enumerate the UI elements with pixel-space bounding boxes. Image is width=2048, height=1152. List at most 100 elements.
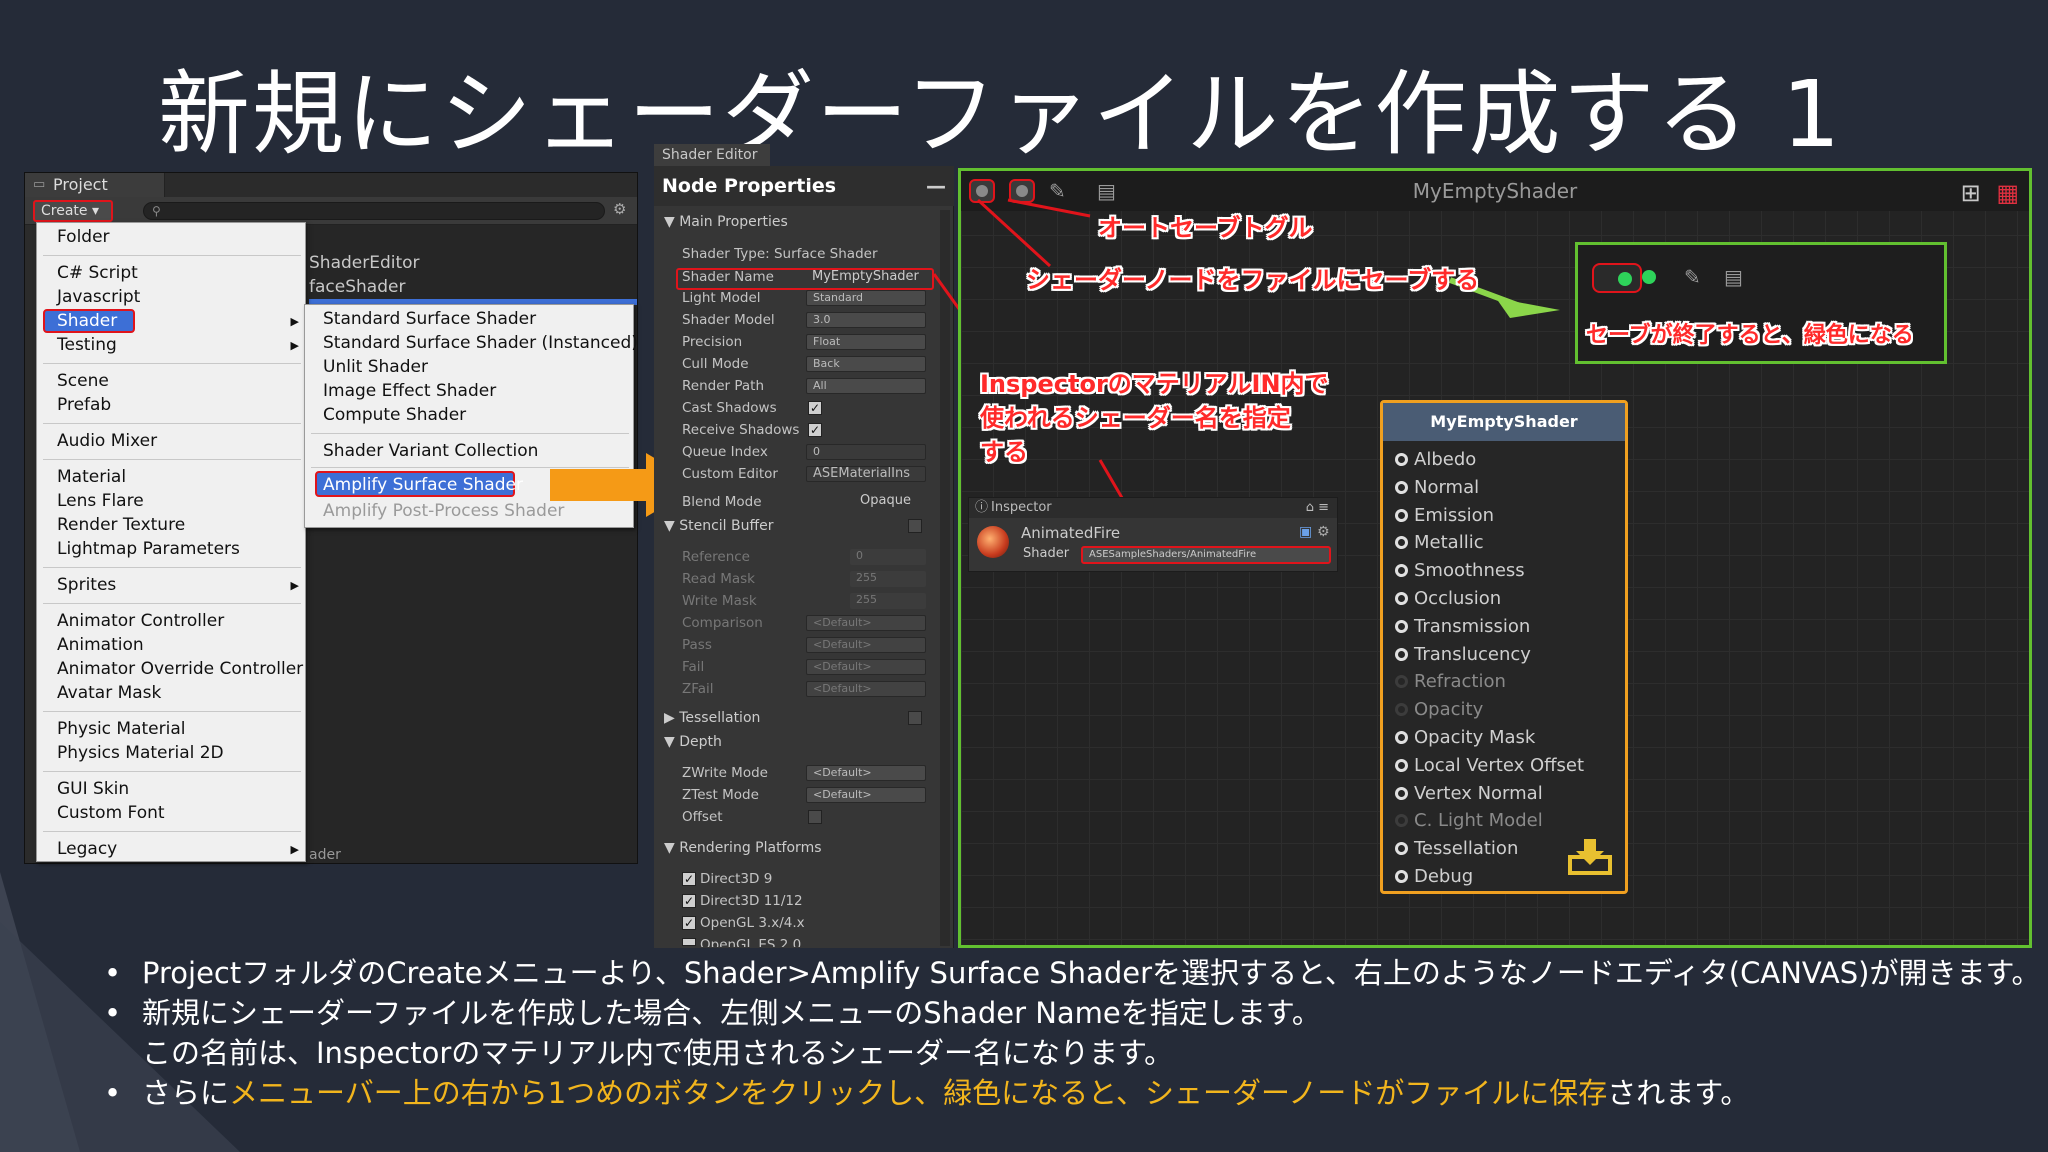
port-pin-icon[interactable]: [1395, 786, 1408, 800]
port-pin-icon[interactable]: [1395, 870, 1408, 883]
menu-item-prefab[interactable]: Prefab: [57, 395, 111, 415]
submenu-item-standard-surface-shader-instanced[interactable]: Standard Surface Shader (Instanced): [323, 333, 638, 353]
node-port[interactable]: Smoothness: [1395, 560, 1525, 581]
submenu-item-amplify-surface-shader[interactable]: Amplify Surface Shader: [323, 475, 523, 495]
write-mask-input[interactable]: 255: [850, 593, 926, 609]
node-port[interactable]: Vertex Normal: [1395, 783, 1543, 804]
submenu-item-shader-variant-collection[interactable]: Shader Variant Collection: [323, 441, 538, 461]
submenu-item-amplify-post-process-shader[interactable]: Amplify Post-Process Shader: [323, 501, 564, 521]
menu-item-animator-override-controller[interactable]: Animator Override Controller: [57, 659, 303, 679]
section-rendering-platforms[interactable]: ▼ Rendering Platforms: [664, 840, 822, 856]
node-port[interactable]: Debug: [1395, 866, 1473, 887]
port-pin-icon[interactable]: [1395, 564, 1408, 578]
filter-icon[interactable]: ⚙: [613, 200, 626, 218]
node-port[interactable]: Occlusion: [1395, 588, 1501, 609]
port-pin-icon[interactable]: [1395, 675, 1408, 689]
menu-item-shader[interactable]: Shader: [57, 311, 117, 331]
port-pin-icon[interactable]: [1395, 480, 1408, 494]
port-pin-icon[interactable]: [1395, 536, 1408, 550]
stencil-checkbox[interactable]: [908, 519, 922, 533]
menu-item-legacy[interactable]: Legacy: [57, 839, 117, 859]
comparison-select[interactable]: <Default>: [806, 615, 926, 631]
offset-checkbox[interactable]: [808, 810, 822, 824]
port-pin-icon[interactable]: [1395, 453, 1408, 466]
receive-shadows-checkbox[interactable]: ✓: [808, 423, 822, 437]
download-save-icon[interactable]: [1568, 839, 1612, 875]
menu-item-animation[interactable]: Animation: [57, 635, 144, 655]
menu-item-animator-controller[interactable]: Animator Controller: [57, 611, 224, 631]
node-port[interactable]: Metallic: [1395, 532, 1484, 553]
section-main-properties[interactable]: ▼ Main Properties: [664, 214, 788, 230]
ztest-mode-select[interactable]: <Default>: [806, 787, 926, 803]
file-item[interactable]: faceShader: [309, 277, 405, 297]
node-port[interactable]: Emission: [1395, 505, 1494, 526]
menu-item-sprites[interactable]: Sprites: [57, 575, 116, 595]
node-port[interactable]: Transmission: [1395, 616, 1530, 637]
zwrite-mode-select[interactable]: <Default>: [806, 765, 926, 781]
node-port[interactable]: Refraction: [1395, 671, 1506, 692]
menu-item-csharp-script[interactable]: C# Script: [57, 263, 138, 283]
menu-item-avatar-mask[interactable]: Avatar Mask: [57, 683, 161, 703]
port-pin-icon[interactable]: [1395, 703, 1408, 717]
shader-select[interactable]: ASESampleShaders/AnimatedFire: [1081, 546, 1331, 564]
shader-editor-tab[interactable]: Shader Editor: [654, 144, 770, 166]
settings-gear-icon[interactable]: ⚙: [1317, 524, 1330, 540]
submenu-item-standard-surface-shader[interactable]: Standard Surface Shader: [323, 309, 536, 329]
node-port[interactable]: Opacity: [1395, 699, 1483, 720]
search-input[interactable]: ⚲: [143, 202, 605, 220]
lock-icon[interactable]: ⌂ ≡: [1306, 498, 1329, 518]
minimize-icon[interactable]: —: [926, 166, 946, 206]
zfail-select[interactable]: <Default>: [806, 681, 926, 697]
node-port[interactable]: Tessellation: [1395, 838, 1518, 859]
node-port[interactable]: Opacity Mask: [1395, 727, 1535, 748]
platform-checkbox[interactable]: [682, 938, 696, 946]
tessellation-checkbox[interactable]: [908, 711, 922, 725]
node-port[interactable]: Normal: [1395, 477, 1479, 498]
menu-item-physics-material-2d[interactable]: Physics Material 2D: [57, 743, 224, 763]
menu-item-physic-material[interactable]: Physic Material: [57, 719, 185, 739]
port-pin-icon[interactable]: [1395, 842, 1408, 856]
reference-input[interactable]: 0: [850, 549, 926, 565]
node-port[interactable]: Local Vertex Offset: [1395, 755, 1584, 776]
port-pin-icon[interactable]: [1395, 814, 1408, 828]
render-path-select[interactable]: All: [806, 378, 926, 394]
output-node[interactable]: MyEmptyShader Albedo Normal Emission Metall…: [1380, 400, 1628, 894]
node-port[interactable]: Translucency: [1395, 644, 1531, 665]
menu-item-folder[interactable]: Folder: [57, 227, 110, 247]
cull-mode-select[interactable]: Back: [806, 356, 926, 372]
port-pin-icon[interactable]: [1395, 619, 1408, 633]
port-pin-icon[interactable]: [1395, 592, 1408, 605]
section-stencil-buffer[interactable]: ▼ Stencil Buffer: [664, 518, 774, 534]
port-pin-icon[interactable]: [1395, 731, 1408, 744]
file-item[interactable]: ShaderEditor: [309, 253, 420, 273]
cast-shadows-checkbox[interactable]: ✓: [808, 401, 822, 415]
menu-item-lens-flare[interactable]: Lens Flare: [57, 491, 144, 511]
create-button[interactable]: Create ▾: [33, 200, 113, 222]
menu-item-testing[interactable]: Testing: [57, 335, 117, 355]
submenu-item-image-effect-shader[interactable]: Image Effect Shader: [323, 381, 496, 401]
port-pin-icon[interactable]: [1395, 508, 1408, 522]
project-tab[interactable]: ▭ Project: [25, 173, 165, 197]
node-port[interactable]: C. Light Model: [1395, 810, 1543, 831]
section-depth[interactable]: ▼ Depth: [664, 734, 722, 750]
queue-index-input[interactable]: 0: [806, 444, 926, 460]
custom-editor-input[interactable]: ASEMaterialIns: [806, 466, 926, 482]
submenu-item-unlit-shader[interactable]: Unlit Shader: [323, 357, 428, 377]
blend-mode-select[interactable]: Opaque: [854, 494, 934, 510]
menu-item-gui-skin[interactable]: GUI Skin: [57, 779, 129, 799]
menu-item-lightmap-parameters[interactable]: Lightmap Parameters: [57, 539, 240, 559]
file-item[interactable]: ader: [309, 847, 341, 863]
shader-name-input[interactable]: MyEmptyShader: [806, 270, 926, 286]
menu-item-scene[interactable]: Scene: [57, 371, 109, 391]
node-port[interactable]: Albedo: [1395, 449, 1476, 470]
menu-item-javascript[interactable]: Javascript: [57, 287, 140, 307]
menu-item-custom-font[interactable]: Custom Font: [57, 803, 165, 823]
section-tessellation[interactable]: ▶ Tessellation: [664, 710, 760, 726]
menu-item-material[interactable]: Material: [57, 467, 126, 487]
precision-select[interactable]: Float: [806, 334, 926, 350]
port-pin-icon[interactable]: [1395, 647, 1408, 661]
fail-select[interactable]: <Default>: [806, 659, 926, 675]
platform-checkbox[interactable]: ✓: [682, 916, 696, 930]
platform-checkbox[interactable]: ✓: [682, 872, 696, 886]
platform-checkbox[interactable]: ✓: [682, 894, 696, 908]
